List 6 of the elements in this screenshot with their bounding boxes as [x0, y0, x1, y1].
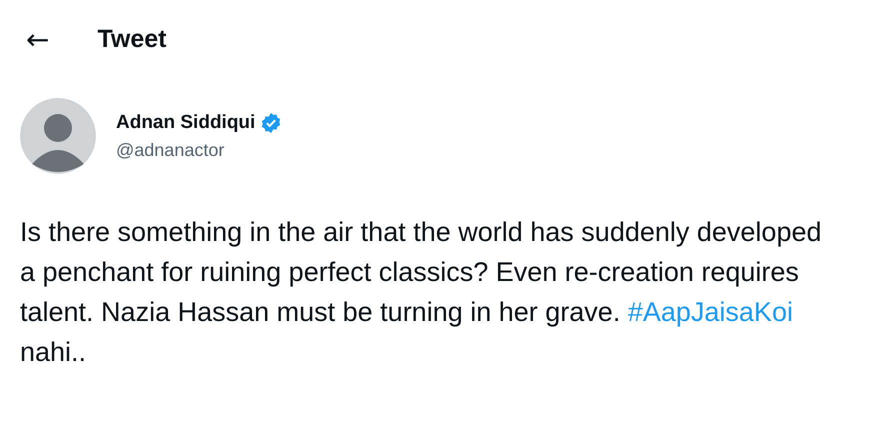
tweet-text: Is there something in the air that the world has suddenly developed a penchant for ruining perfect classics? Even re-creation requires talent. Nazia Hassan must be turning in her grave. #AapJaisaKoi nahi..	[19, 216, 822, 369]
author-name[interactable]: Adnan Siddiqui	[116, 112, 256, 134]
avatar[interactable]	[20, 98, 96, 174]
back-button[interactable]: ←	[20, 22, 56, 56]
page-title: Tweet	[97, 24, 166, 54]
author-handle[interactable]: @adnanactor	[116, 140, 282, 160]
